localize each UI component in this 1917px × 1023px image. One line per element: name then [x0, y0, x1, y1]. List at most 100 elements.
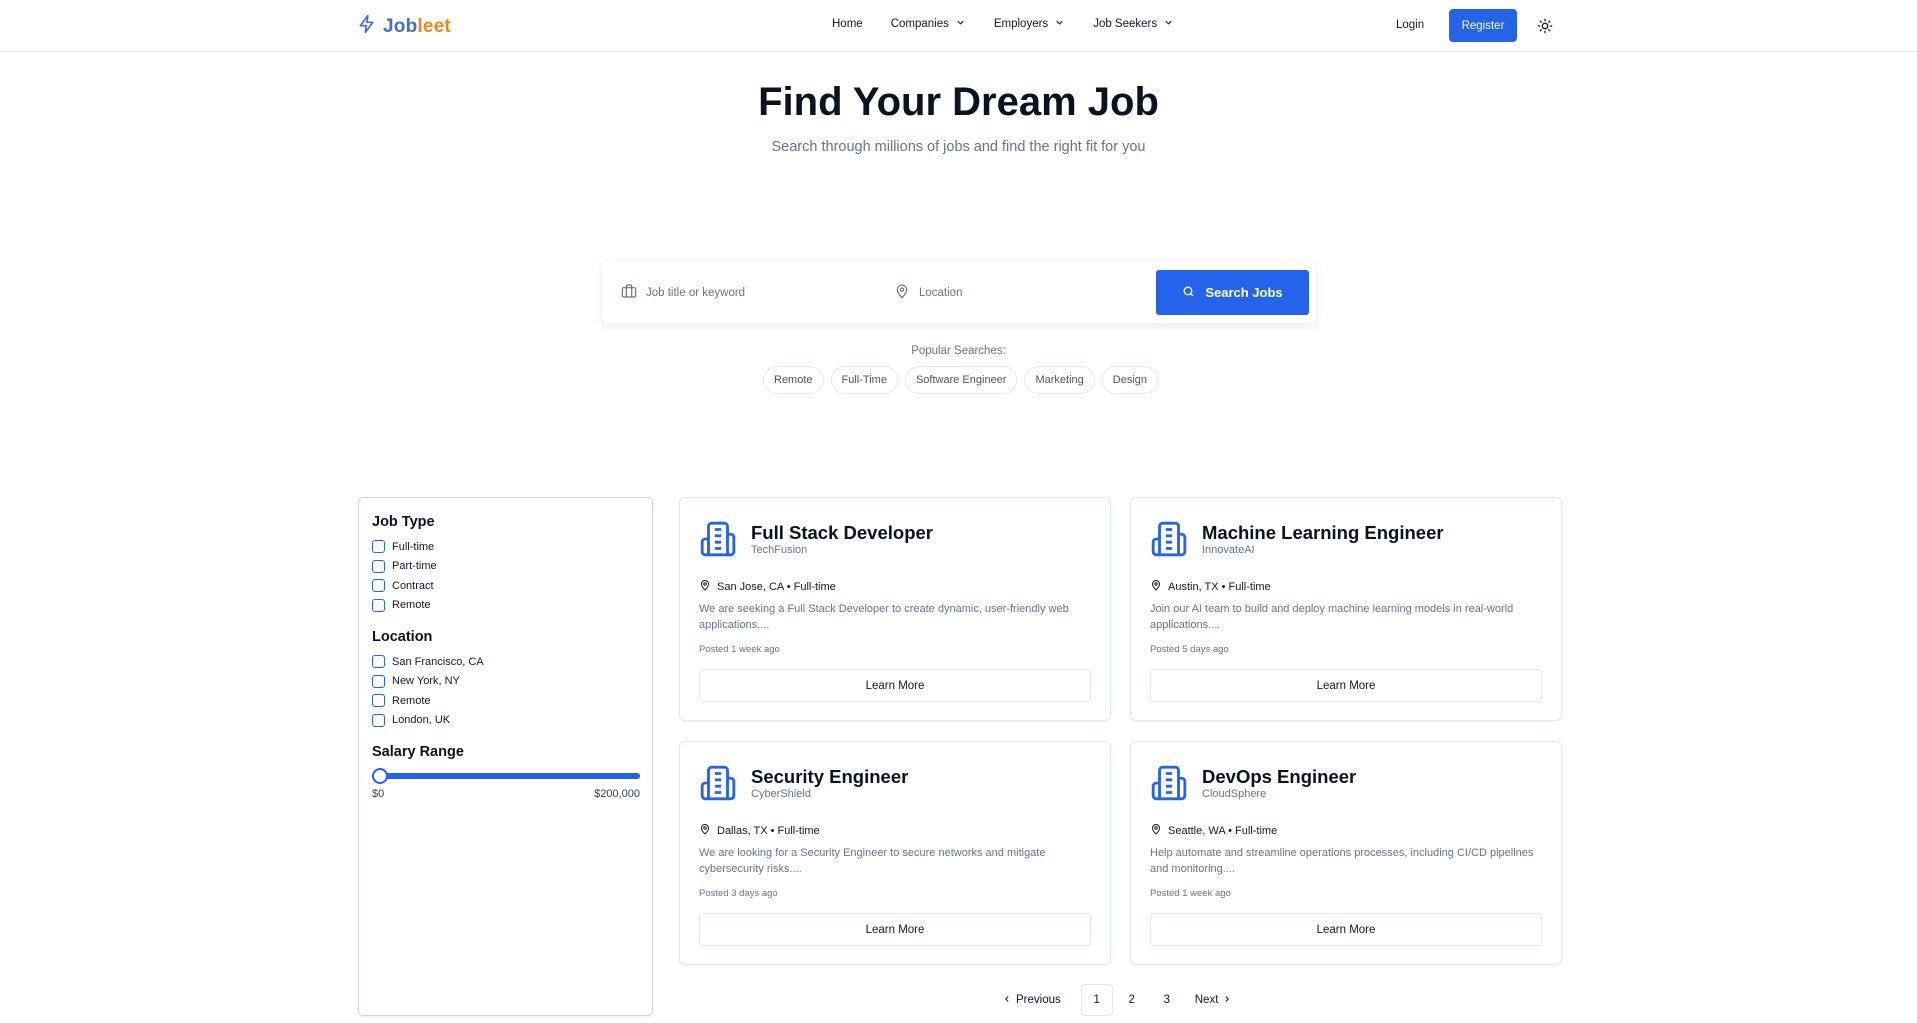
- page: Jobleet Home Companies Employers Job See…: [0, 0, 1917, 1023]
- checkbox[interactable]: [372, 598, 385, 612]
- salary-min-label: $0: [372, 788, 385, 800]
- popular-searches-chips: Remote Full-Time Software Engineer Marke…: [763, 366, 1159, 394]
- filters-sidebar: Job Type Full-time Part-time Contract Re…: [358, 497, 653, 1016]
- page-button[interactable]: 3: [1151, 984, 1183, 1016]
- filter-option[interactable]: Full-time: [372, 537, 639, 557]
- filter-option[interactable]: Remote: [372, 596, 639, 616]
- salary-filter: Salary Range $0 $200,000: [372, 744, 640, 800]
- job-description: Join our AI team to build and deploy mac…: [1150, 603, 1514, 631]
- hero-title: Find Your Dream Job: [758, 80, 1159, 124]
- checkbox[interactable]: [372, 559, 385, 573]
- job-meta: Seattle, WA • Full-time: [1168, 824, 1278, 837]
- posted-date: Posted 5 days ago: [1150, 644, 1229, 655]
- building-icon: [699, 520, 737, 558]
- popular-chip[interactable]: Marketing: [1024, 366, 1095, 394]
- filter-option[interactable]: Remote: [372, 691, 639, 711]
- register-button[interactable]: Register: [1449, 9, 1517, 42]
- job-location: Seattle, WA • Full-time: [1150, 823, 1277, 838]
- pagination: Previous 1 2 3 Next: [1002, 984, 1232, 1016]
- sun-icon[interactable]: [1537, 18, 1553, 34]
- popular-chip[interactable]: Software Engineer: [904, 366, 1018, 394]
- location-input[interactable]: [919, 286, 1119, 299]
- job-search-bar: Search Jobs: [602, 262, 1316, 323]
- checkbox[interactable]: [372, 674, 385, 688]
- map-pin-icon: [894, 283, 910, 302]
- chevron-left-icon: [1002, 994, 1012, 1007]
- keyword-input[interactable]: [646, 286, 846, 299]
- page-button[interactable]: 2: [1116, 984, 1148, 1016]
- filter-option[interactable]: Part-time: [372, 557, 639, 577]
- learn-more-button[interactable]: Learn More: [699, 669, 1091, 702]
- job-meta: Dallas, TX • Full-time: [717, 824, 820, 837]
- previous-page-button[interactable]: Previous: [1002, 994, 1061, 1007]
- keyword-field: [621, 283, 846, 302]
- map-pin-icon: [1150, 823, 1162, 838]
- company-name: TechFusion: [751, 544, 808, 556]
- brand-logo[interactable]: Jobleet: [357, 14, 451, 40]
- filter-option-label: Contract: [392, 579, 434, 592]
- posted-date: Posted 1 week ago: [699, 644, 780, 655]
- search-icon: [1182, 285, 1195, 301]
- salary-slider-thumb[interactable]: [372, 768, 388, 784]
- search-jobs-button[interactable]: Search Jobs: [1156, 270, 1309, 315]
- salary-title: Salary Range: [372, 744, 464, 760]
- job-title[interactable]: Machine Learning Engineer: [1202, 522, 1444, 544]
- filter-option[interactable]: Contract: [372, 576, 639, 596]
- checkbox[interactable]: [372, 694, 385, 708]
- nav-companies[interactable]: Companies: [891, 17, 966, 31]
- posted-date: Posted 3 days ago: [699, 888, 778, 899]
- job-title[interactable]: DevOps Engineer: [1202, 766, 1356, 788]
- building-icon: [699, 764, 737, 802]
- bolt-icon: [357, 14, 377, 40]
- salary-slider[interactable]: [372, 768, 640, 784]
- popular-chip[interactable]: Remote: [763, 366, 824, 394]
- job-type-title: Job Type: [372, 514, 435, 530]
- filter-option[interactable]: New York, NY: [372, 672, 639, 692]
- job-location: Dallas, TX • Full-time: [699, 823, 820, 838]
- checkbox[interactable]: [372, 655, 385, 669]
- hero-subtitle: Search through millions of jobs and find…: [771, 139, 1146, 155]
- checkbox[interactable]: [372, 579, 385, 593]
- login-link[interactable]: Login: [1396, 19, 1424, 31]
- page-button-current[interactable]: 1: [1080, 984, 1113, 1016]
- posted-date: Posted 1 week ago: [1150, 888, 1231, 899]
- job-card: DevOps Engineer CloudSphere Seattle, WA …: [1130, 741, 1562, 965]
- building-icon: [1150, 520, 1188, 558]
- nav-employers-label: Employers: [993, 18, 1049, 30]
- next-page-button[interactable]: Next: [1195, 994, 1233, 1007]
- location-field: [894, 283, 1119, 302]
- company-name: InnovateAI: [1202, 544, 1255, 556]
- nav-employers[interactable]: Employers: [994, 17, 1065, 31]
- map-pin-icon: [699, 823, 711, 838]
- job-meta: San Jose, CA • Full-time: [717, 580, 836, 593]
- nav-companies-label: Companies: [890, 18, 949, 30]
- job-title[interactable]: Security Engineer: [751, 766, 908, 788]
- learn-more-button[interactable]: Learn More: [1150, 669, 1542, 702]
- salary-slider-track[interactable]: [372, 773, 640, 779]
- filter-option-label: Part-time: [392, 560, 437, 573]
- location-title: Location: [372, 629, 433, 645]
- popular-chip[interactable]: Full-Time: [830, 366, 898, 394]
- job-description: Help automate and streamline operations …: [1150, 847, 1534, 875]
- chevron-down-icon: [955, 17, 966, 31]
- checkbox[interactable]: [372, 540, 385, 554]
- filter-option-label: London, UK: [392, 714, 451, 727]
- checkbox[interactable]: [372, 713, 385, 727]
- previous-label: Previous: [1016, 994, 1061, 1006]
- learn-more-button[interactable]: Learn More: [699, 913, 1091, 946]
- main-nav: Home Companies Employers Job Seekers: [832, 17, 1202, 31]
- job-title[interactable]: Full Stack Developer: [751, 522, 933, 544]
- location-filter: Location San Francisco, CA New York, NY …: [372, 629, 639, 730]
- filter-option[interactable]: London, UK: [372, 711, 639, 731]
- chevron-down-icon: [1163, 17, 1174, 31]
- brand-part1: Job: [383, 16, 418, 37]
- popular-chip[interactable]: Design: [1101, 366, 1159, 394]
- salary-max-label: $200,000: [594, 788, 640, 800]
- job-description: We are seeking a Full Stack Developer to…: [699, 603, 1069, 631]
- filter-option[interactable]: San Francisco, CA: [372, 652, 639, 672]
- filter-option-label: Remote: [392, 694, 431, 707]
- nav-home[interactable]: Home: [832, 18, 863, 30]
- learn-more-button[interactable]: Learn More: [1150, 913, 1542, 946]
- job-location: San Jose, CA • Full-time: [699, 579, 836, 594]
- nav-job-seekers[interactable]: Job Seekers: [1093, 17, 1174, 31]
